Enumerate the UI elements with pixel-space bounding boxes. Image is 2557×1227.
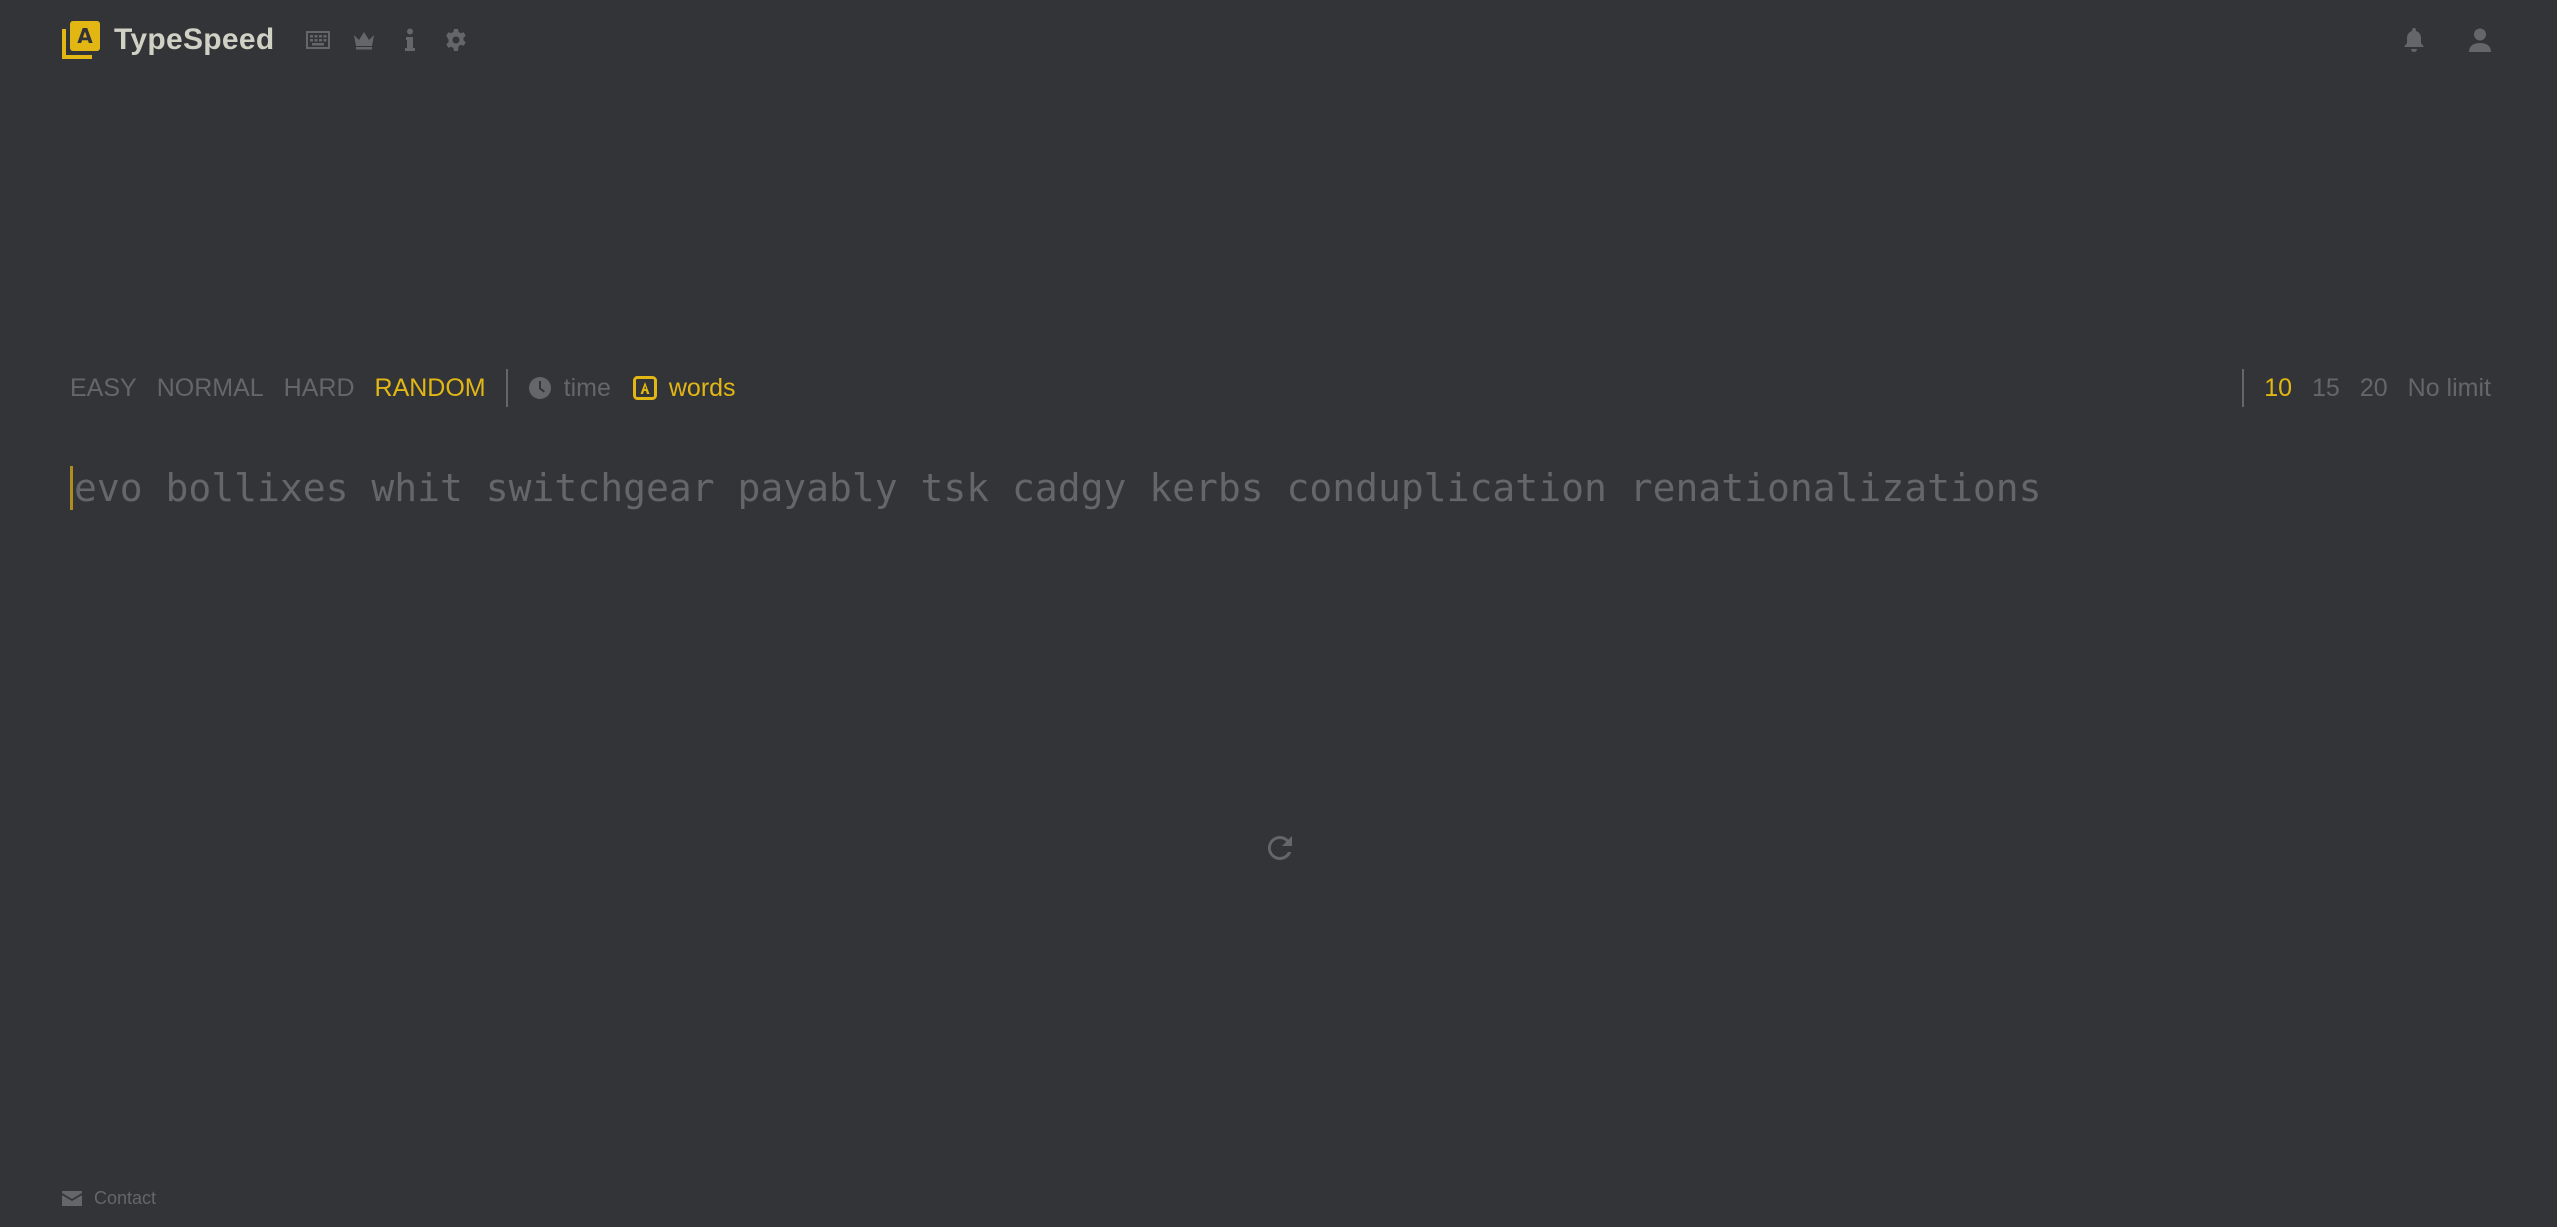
difficulty-hard[interactable]: HARD bbox=[284, 374, 355, 403]
word-count-20[interactable]: 20 bbox=[2360, 374, 2388, 403]
keyboard-icon[interactable] bbox=[305, 27, 331, 53]
contact-link[interactable]: Contact bbox=[62, 1188, 156, 1209]
restart-button[interactable] bbox=[1262, 830, 1298, 866]
word-count-10[interactable]: 10 bbox=[2264, 374, 2292, 403]
crown-icon[interactable] bbox=[351, 27, 377, 53]
clock-icon bbox=[528, 376, 552, 400]
mode-time[interactable]: time bbox=[528, 374, 611, 403]
test-config-bar: EASY NORMAL HARD RANDOM time words 10 15… bbox=[70, 368, 2491, 408]
config-divider bbox=[505, 369, 508, 407]
page: A TypeSpeed EASY NORMAL HARD RANDOM time… bbox=[0, 0, 2557, 1227]
logo-letter: A bbox=[70, 21, 100, 51]
difficulty-easy[interactable]: EASY bbox=[70, 374, 137, 403]
mode-words[interactable]: words bbox=[632, 373, 736, 403]
difficulty-normal[interactable]: NORMAL bbox=[157, 374, 264, 403]
gear-icon[interactable] bbox=[443, 27, 469, 53]
words-text: evo bollixes whit switchgear payably tsk… bbox=[74, 466, 2042, 510]
user-icon[interactable] bbox=[2467, 27, 2493, 53]
contact-label: Contact bbox=[94, 1188, 157, 1208]
info-icon[interactable] bbox=[397, 27, 423, 53]
word-count-no-limit[interactable]: No limit bbox=[2408, 374, 2491, 403]
word-count-15[interactable]: 15 bbox=[2312, 374, 2340, 403]
header-right bbox=[2391, 27, 2503, 53]
logo-icon[interactable]: A bbox=[62, 21, 100, 59]
brand-title[interactable]: TypeSpeed bbox=[114, 23, 275, 57]
top-nav: A TypeSpeed bbox=[62, 18, 2503, 62]
typing-caret bbox=[70, 466, 73, 510]
mode-words-label: words bbox=[668, 373, 736, 402]
envelope-icon bbox=[62, 1191, 82, 1206]
mode-time-label: time bbox=[563, 373, 611, 402]
config-divider-right bbox=[2242, 369, 2245, 407]
bell-icon[interactable] bbox=[2401, 27, 2427, 53]
letter-a-icon bbox=[632, 376, 657, 400]
typing-test-words[interactable]: evo bollixes whit switchgear payably tsk… bbox=[70, 462, 2487, 514]
restart-icon bbox=[1267, 836, 1292, 860]
word-count-options: 10 15 20 No limit bbox=[2242, 369, 2491, 407]
difficulty-random[interactable]: RANDOM bbox=[375, 374, 486, 403]
